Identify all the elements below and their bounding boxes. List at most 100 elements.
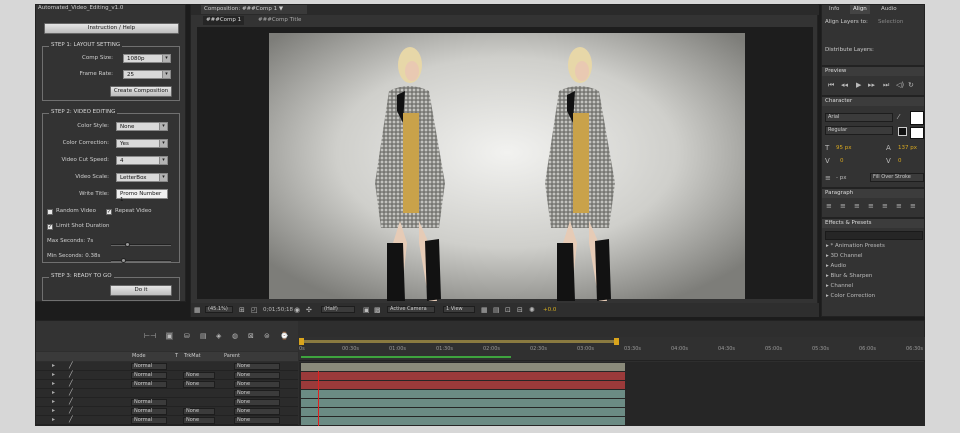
visibility-icon[interactable]: ▸ xyxy=(52,398,55,405)
exposure-value[interactable]: +0.0 xyxy=(543,307,556,313)
track-bar[interactable] xyxy=(301,390,625,398)
repeat-video-checkbox[interactable]: ✓ xyxy=(106,209,112,215)
layer-trkmat-dropdown[interactable]: None xyxy=(183,417,215,424)
audio-icon[interactable]: ◁) xyxy=(896,81,904,89)
pixel-aspect-icon[interactable]: ⊟ xyxy=(517,306,523,314)
do-it-button[interactable]: Do it xyxy=(110,285,172,296)
font-size-value[interactable]: 95 px xyxy=(836,145,852,151)
effects-list-item[interactable]: ▸ Color Correction xyxy=(826,293,875,299)
pen-icon[interactable]: ╱ xyxy=(69,416,73,423)
justify-all-icon[interactable]: ≡ xyxy=(910,202,916,210)
preview-header[interactable]: Preview xyxy=(822,67,924,76)
layer-row[interactable]: ▸ ╱ Normal None None xyxy=(36,407,298,416)
stroke-color-swatch[interactable] xyxy=(898,127,907,136)
visibility-icon[interactable]: ▸ xyxy=(52,362,55,369)
roi-icon[interactable]: ▣ xyxy=(363,306,370,314)
comp-mini-flowchart-icon[interactable]: ⊢⊣ xyxy=(144,332,156,340)
leading-value[interactable]: 137 px xyxy=(898,145,917,151)
views-dropdown[interactable]: 1 View xyxy=(443,306,475,313)
layer-row[interactable]: ▸ ╱ Normal None xyxy=(36,398,298,407)
align-target[interactable]: Selection xyxy=(878,19,903,25)
max-seconds-slider[interactable] xyxy=(111,242,171,247)
visibility-icon[interactable]: ▸ xyxy=(52,407,55,414)
effects-list-item[interactable]: ▸ 3D Channel xyxy=(826,253,863,259)
layer-trkmat-dropdown[interactable]: None xyxy=(183,372,215,379)
visibility-icon[interactable]: ▸ xyxy=(52,416,55,423)
layer-mode-dropdown[interactable]: Normal xyxy=(131,417,167,424)
align-right-icon[interactable]: ≡ xyxy=(854,202,860,210)
tab-audio[interactable]: Audio xyxy=(878,5,900,14)
slider-knob[interactable] xyxy=(125,242,130,247)
layer-row[interactable]: ▸ ╱ None xyxy=(36,389,298,398)
layer-mode-dropdown[interactable]: Normal xyxy=(131,408,167,415)
toggle-pixel-icon[interactable]: ▦ xyxy=(481,306,488,314)
track-bar[interactable] xyxy=(301,408,625,416)
visibility-icon[interactable]: ▸ xyxy=(52,380,55,387)
layer-parent-dropdown[interactable]: None xyxy=(234,408,280,415)
frame-blending-icon[interactable]: ▤ xyxy=(200,332,207,340)
align-left-icon[interactable]: ≡ xyxy=(826,202,832,210)
stroke-swap-swatch[interactable] xyxy=(910,127,924,139)
paragraph-header[interactable]: Paragraph xyxy=(822,189,924,198)
draft-3d-icon[interactable]: ▣ xyxy=(166,332,173,340)
track-bar[interactable] xyxy=(301,372,625,380)
character-header[interactable]: Character xyxy=(822,97,924,106)
pen-icon[interactable]: ╱ xyxy=(69,407,73,414)
pen-icon[interactable]: ╱ xyxy=(69,371,73,378)
work-area-start[interactable] xyxy=(299,338,304,345)
create-composition-button[interactable]: Create Composition xyxy=(110,86,172,97)
frame-rate-dropdown[interactable]: 25 ▾ xyxy=(123,70,171,79)
justify-left-icon[interactable]: ≡ xyxy=(868,202,874,210)
hide-shy-icon[interactable]: ⛁ xyxy=(184,332,190,340)
random-video-checkbox[interactable] xyxy=(47,209,53,215)
effects-list-item[interactable]: ▸ Audio xyxy=(826,263,846,269)
exposure-icon[interactable]: ✺ xyxy=(529,306,535,314)
layer-row[interactable]: ▸ ╱ Normal None None xyxy=(36,380,298,389)
resolution-dropdown[interactable]: (Half) xyxy=(321,306,355,313)
layer-mode-dropdown[interactable]: Normal xyxy=(131,372,167,379)
title-input[interactable]: Promo Number 1 xyxy=(116,189,168,203)
layer-parent-dropdown[interactable]: None xyxy=(234,363,280,370)
limit-shot-checkbox[interactable]: ✓ xyxy=(47,224,53,230)
current-time-indicator[interactable] xyxy=(318,371,319,426)
play-icon[interactable]: ▶ xyxy=(856,81,861,89)
eyedropper-icon[interactable]: ⁄ xyxy=(898,113,899,121)
motion-blur-icon[interactable]: ◈ xyxy=(216,332,221,340)
tab-info[interactable]: Info xyxy=(826,5,842,14)
tab-comp-title[interactable]: ###Comp Title xyxy=(255,16,304,25)
first-frame-icon[interactable]: ⏮ xyxy=(828,81,834,89)
comp-size-dropdown[interactable]: 1080p ▾ xyxy=(123,54,171,63)
pen-icon[interactable]: ╱ xyxy=(69,398,73,405)
font-style-dropdown[interactable]: Regular xyxy=(825,126,893,135)
color-style-dropdown[interactable]: None ▾ xyxy=(116,122,168,131)
layer-parent-dropdown[interactable]: None xyxy=(234,399,280,406)
track-bar[interactable] xyxy=(301,399,625,407)
grid-icon[interactable]: ▦ xyxy=(194,306,201,314)
prev-frame-icon[interactable]: ◂◂ xyxy=(841,81,848,89)
track-bar[interactable] xyxy=(301,363,625,371)
layer-parent-dropdown[interactable]: None xyxy=(234,390,280,397)
layer-row[interactable]: ▸ ╱ Normal None xyxy=(36,362,298,371)
tab-composition[interactable]: Composition: ###Comp 1 ▼ xyxy=(201,5,307,14)
kerning-value[interactable]: 0 xyxy=(840,158,844,164)
timecode[interactable]: 0;01;50;18 xyxy=(263,307,293,313)
video-scale-dropdown[interactable]: LetterBox ▾ xyxy=(116,173,168,182)
layer-mode-dropdown[interactable]: Normal xyxy=(131,399,167,406)
track-bar[interactable] xyxy=(301,381,625,389)
pen-icon[interactable]: ╱ xyxy=(69,380,73,387)
camera-icon[interactable]: ◰ xyxy=(251,306,258,314)
last-frame-icon[interactable]: ⏭ xyxy=(883,81,889,89)
pen-icon[interactable]: ╱ xyxy=(69,389,73,396)
live-update-icon[interactable]: ⌚ xyxy=(280,332,289,340)
layer-row[interactable]: ▸ ╱ Normal None None xyxy=(36,371,298,380)
font-dropdown[interactable]: Arial xyxy=(825,113,893,122)
layer-parent-dropdown[interactable]: None xyxy=(234,372,280,379)
effects-list-item[interactable]: ▸ Blur & Sharpen xyxy=(826,273,872,279)
justify-center-icon[interactable]: ≡ xyxy=(882,202,888,210)
track-bar[interactable] xyxy=(301,417,625,425)
effects-search-input[interactable] xyxy=(825,231,923,240)
snapshot-icon[interactable]: ◉ xyxy=(294,306,300,314)
work-area-bar[interactable] xyxy=(301,340,617,343)
layer-mode-dropdown[interactable]: Normal xyxy=(131,363,167,370)
slider-knob[interactable] xyxy=(121,258,126,263)
